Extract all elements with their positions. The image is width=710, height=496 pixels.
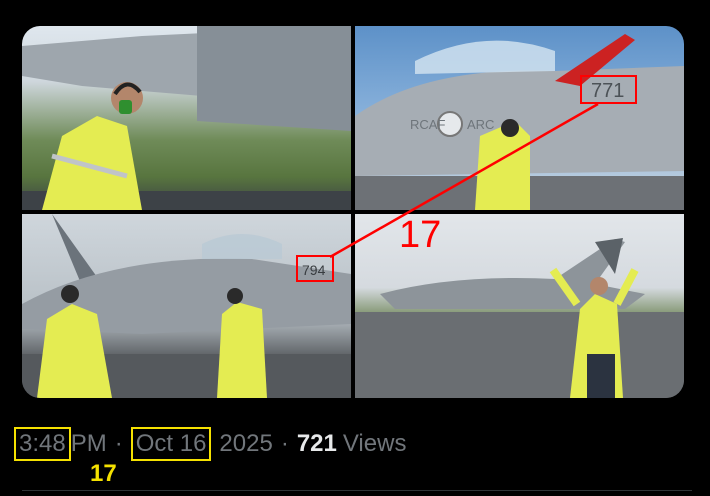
post-ampm[interactable]: PM xyxy=(71,430,107,458)
separator-dot-2: · xyxy=(280,430,289,457)
divider xyxy=(22,490,692,491)
post-metadata: 3:48 PM · Oct 16 2025 · 721 Views xyxy=(14,426,406,462)
photo-3-scene: 794 xyxy=(22,214,351,398)
tail-number-794: 794 xyxy=(302,262,326,278)
media-photo-1[interactable] xyxy=(22,26,351,210)
arc-marking: ARC xyxy=(467,117,494,132)
photo-2-scene: RCAF ARC 771 xyxy=(355,34,684,210)
media-photo-3[interactable]: 794 xyxy=(22,214,351,398)
post-date[interactable]: Oct 16 xyxy=(130,427,212,461)
rcaf-marking: RCAF xyxy=(410,117,445,132)
post-year[interactable]: 2025 xyxy=(219,430,272,458)
media-photo-4[interactable] xyxy=(355,214,684,398)
views-label[interactable]: Views xyxy=(343,430,407,458)
media-grid: RCAF ARC 771 794 xyxy=(22,26,684,398)
media-photo-2[interactable]: RCAF ARC 771 xyxy=(355,26,684,210)
photo-1-scene xyxy=(22,26,351,210)
annotation-yellow-number: 17 xyxy=(90,460,117,487)
post-time[interactable]: 3:48 xyxy=(14,427,71,461)
tail-number-771: 771 xyxy=(591,80,624,102)
photo-4-scene xyxy=(355,238,684,398)
views-count[interactable]: 721 xyxy=(297,430,337,458)
separator-dot: · xyxy=(114,430,123,457)
